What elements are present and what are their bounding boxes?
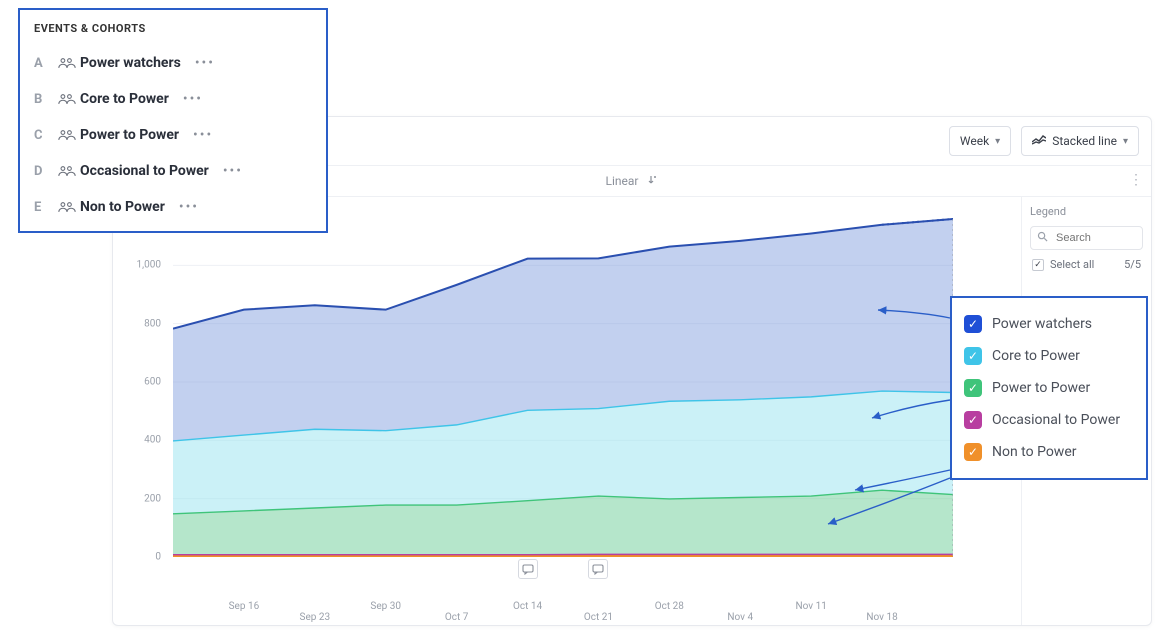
cohort-row[interactable]: A Power watchers ••• xyxy=(34,45,312,81)
people-icon xyxy=(54,200,80,214)
x-tick-label: Sep 23 xyxy=(300,612,331,623)
people-icon xyxy=(54,128,80,142)
legend-item[interactable]: ✓ Occasional to Power xyxy=(964,404,1134,436)
sort-icon[interactable] xyxy=(646,174,658,189)
y-tick-label: 800 xyxy=(144,318,161,329)
legend-swatch: ✓ xyxy=(964,411,982,429)
cohort-row[interactable]: E Non to Power ••• xyxy=(34,189,312,225)
search-icon xyxy=(1037,231,1048,245)
legend-swatch: ✓ xyxy=(964,443,982,461)
more-icon[interactable]: ••• xyxy=(183,91,203,107)
cohort-letter: A xyxy=(34,56,54,71)
legend-count: 5/5 xyxy=(1124,258,1141,271)
annotation-marker[interactable] xyxy=(518,559,538,579)
y-tick-label: 400 xyxy=(144,435,161,446)
x-tick-label: Sep 16 xyxy=(229,601,260,612)
legend-search-input[interactable] xyxy=(1054,231,1134,245)
legend-item-label: Occasional to Power xyxy=(992,412,1120,428)
events-cohorts-panel: EVENTS & COHORTS A Power watchers ••• B Core… xyxy=(18,8,328,233)
legend-item[interactable]: ✓ Power to Power xyxy=(964,372,1134,404)
x-axis: Sep 16 Sep 23 Sep 30 Oct 7 Oct 14 Oct 21 Oct 2… xyxy=(173,601,953,623)
y-axis: 02004006008001,000 xyxy=(113,207,167,557)
people-icon xyxy=(54,164,80,178)
events-cohorts-title: EVENTS & COHORTS xyxy=(34,22,312,35)
cohort-label: Power to Power xyxy=(80,127,179,143)
select-all-checkbox[interactable]: ✓ xyxy=(1032,259,1044,271)
x-tick-label: Oct 7 xyxy=(445,612,469,623)
legend-item[interactable]: ✓ Non to Power xyxy=(964,436,1134,468)
legend-search[interactable] xyxy=(1030,226,1143,250)
cohort-label: Power watchers xyxy=(80,55,181,71)
chart-type-label: Stacked line xyxy=(1052,134,1117,148)
select-all-label: Select all xyxy=(1050,258,1094,271)
legend-item-label: Non to Power xyxy=(992,444,1077,460)
legend-item-label: Power to Power xyxy=(992,380,1090,396)
y-tick-label: 600 xyxy=(144,377,161,388)
chart-type-dropdown[interactable]: Stacked line ▾ xyxy=(1021,126,1139,156)
x-tick-label: Oct 14 xyxy=(513,601,542,612)
x-tick-label: Nov 11 xyxy=(796,601,827,612)
interval-label: Week xyxy=(960,134,989,148)
x-tick-label: Sep 30 xyxy=(370,601,401,612)
legend-swatch: ✓ xyxy=(964,347,982,365)
people-icon xyxy=(54,56,80,70)
x-tick-label: Oct 21 xyxy=(584,612,613,623)
interval-dropdown[interactable]: Week ▾ xyxy=(949,126,1011,156)
cohort-label: Core to Power xyxy=(80,91,169,107)
x-tick-label: Nov 18 xyxy=(866,612,897,623)
cohort-letter: B xyxy=(34,92,54,107)
more-icon[interactable]: ••• xyxy=(223,163,243,179)
legend-item-label: Core to Power xyxy=(992,348,1080,364)
x-tick-label: Nov 4 xyxy=(727,612,753,623)
stacked-area-chart xyxy=(173,207,953,557)
cohort-letter: D xyxy=(34,164,54,179)
x-tick-label: Oct 28 xyxy=(655,601,684,612)
y-tick-label: 200 xyxy=(144,493,161,504)
legend-title: Legend xyxy=(1030,205,1143,218)
chevron-down-icon: ▾ xyxy=(1123,136,1128,147)
cohort-row[interactable]: D Occasional to Power ••• xyxy=(34,153,312,189)
more-icon[interactable]: ••• xyxy=(179,199,199,215)
legend-swatch: ✓ xyxy=(964,379,982,397)
cohort-label: Non to Power xyxy=(80,199,165,215)
scale-label: Linear xyxy=(606,174,639,188)
cohort-row[interactable]: B Core to Power ••• xyxy=(34,81,312,117)
chart-plot-area: 0 200 400 600 800 1,000 Sep 16 Sep 23 Sep 30 Oct… xyxy=(113,197,1021,625)
more-icon[interactable]: ••• xyxy=(193,127,213,143)
cohort-row[interactable]: C Power to Power ••• xyxy=(34,117,312,153)
legend-item-label: Power watchers xyxy=(992,316,1092,332)
legend-item[interactable]: ✓ Core to Power xyxy=(964,340,1134,372)
y-tick-label: 1,000 xyxy=(137,260,161,271)
annotation-marker[interactable] xyxy=(588,559,608,579)
legend-item[interactable]: ✓ Power watchers xyxy=(964,308,1134,340)
stacked-line-icon xyxy=(1032,133,1046,149)
y-tick-label: 0 xyxy=(155,552,161,563)
more-icon[interactable]: ••• xyxy=(195,55,215,71)
cohort-letter: C xyxy=(34,128,54,143)
chart-menu-kebab-icon[interactable]: ⋮ xyxy=(1129,172,1143,188)
legend-callout: ✓ Power watchers ✓ Core to Power ✓ Power to P… xyxy=(950,296,1148,480)
people-icon xyxy=(54,92,80,106)
legend-swatch: ✓ xyxy=(964,315,982,333)
chevron-down-icon: ▾ xyxy=(995,136,1000,147)
cohort-letter: E xyxy=(34,200,54,215)
cohort-label: Occasional to Power xyxy=(80,163,209,179)
